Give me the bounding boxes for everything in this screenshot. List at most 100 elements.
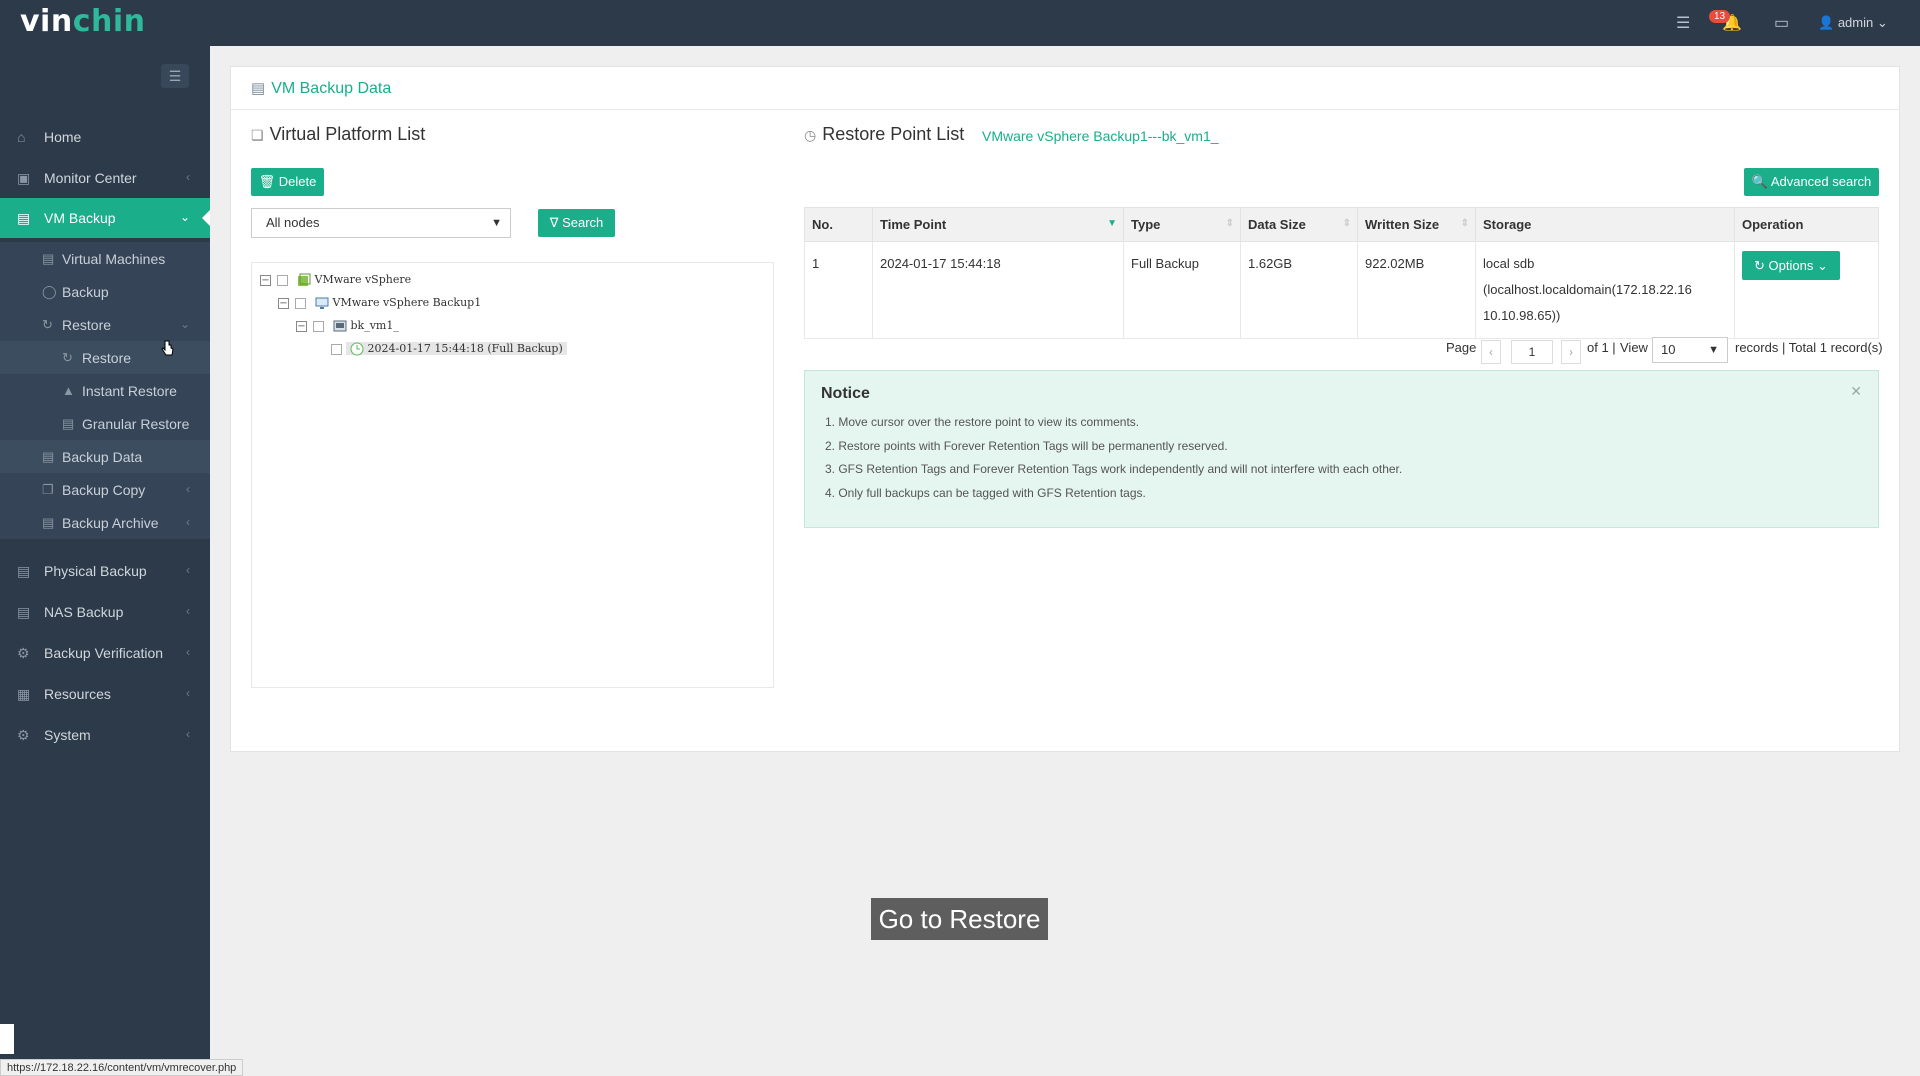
clock-icon: ◷ (804, 127, 817, 143)
search-icon: 🔍 (1751, 174, 1768, 189)
pager-view-label: View (1620, 340, 1648, 355)
cell-storage: local sdb (localhost.localdomain(172.18.… (1475, 241, 1735, 339)
vsphere-icon (297, 273, 310, 286)
tree-checkbox[interactable] (295, 297, 306, 309)
sidebar-sub-backup-archive[interactable]: ▤ Backup Archive ‹ (0, 506, 210, 539)
cell-data-size: 1.62GB (1240, 241, 1358, 339)
pager-page-label: Page (1446, 340, 1477, 355)
cell-type: Full Backup (1123, 241, 1241, 339)
sidebar-item-home[interactable]: ⌂ Home (0, 117, 210, 157)
node-select[interactable]: All nodes ▼ (251, 208, 511, 238)
gear-icon: ⚙ (17, 727, 30, 743)
trash-icon: 🗑 (258, 174, 276, 189)
delete-button[interactable]: 🗑 Delete (251, 168, 324, 196)
col-written-size[interactable]: Written Size ⇕ (1357, 207, 1476, 242)
sort-desc-icon[interactable]: ▼ (1107, 218, 1117, 229)
sidebar-item-vm-backup[interactable]: ▤ VM Backup ⌄ (0, 198, 210, 238)
restore-point-subtitle[interactable]: VMware vSphere Backup1---bk_vm1_ (982, 128, 1219, 144)
advanced-search-button[interactable]: 🔍 Advanced search (1744, 168, 1879, 196)
tree-node-root[interactable]: − VMware vSphere (260, 270, 411, 290)
sidebar-sub-backup-data[interactable]: ▤ Backup Data (0, 440, 210, 473)
vm-icon: ▤ (17, 210, 31, 226)
collapse-icon[interactable]: − (296, 320, 307, 332)
list-icon[interactable]: ☰ (1676, 13, 1690, 33)
pager-next-button[interactable]: › (1561, 340, 1581, 364)
sidebar-toggle-button[interactable]: ☰ (161, 64, 189, 88)
table-row[interactable]: 1 2024-01-17 15:44:18 Full Backup 1.62GB… (804, 241, 1879, 339)
sidebar-item-monitor-center[interactable]: ▣ Monitor Center ‹ (0, 158, 210, 198)
sort-icon[interactable]: ⇕ (1343, 218, 1351, 229)
sidebar-item-physical-backup[interactable]: ▤ Physical Backup ‹ (0, 551, 210, 591)
top-bar: vinchin ☰ 🔔 13 ▭ 👤 admin ⌄ (0, 0, 1920, 46)
cell-no: 1 (804, 241, 873, 339)
mouse-cursor-icon (161, 340, 174, 356)
sidebar-sub-restore-child[interactable]: ↻ Restore (0, 341, 210, 374)
host-icon (315, 297, 328, 309)
pager-prev-button[interactable]: ‹ (1481, 340, 1501, 364)
platform-tree: − VMware vSphere − VMware vSphere Backup… (251, 262, 774, 688)
notice-line: 4. Only full backups can be tagged with … (825, 486, 1146, 500)
database-icon: ▤ (42, 449, 55, 464)
notice-box: Notice ✕ 1. Move cursor over the restore… (804, 370, 1879, 528)
close-icon[interactable]: ✕ (1850, 383, 1862, 400)
tree-node-vm[interactable]: − bk_vm1_ (296, 316, 399, 336)
search-button[interactable]: ∇ Search (538, 209, 615, 237)
collapse-icon[interactable]: − (260, 274, 271, 286)
cube-icon: ❏ (251, 127, 264, 143)
col-time-point[interactable]: Time Point ▼ (872, 207, 1124, 242)
chevron-down-icon: ⌄ (179, 317, 190, 331)
tree-checkbox[interactable] (331, 343, 342, 355)
corner-widget[interactable] (0, 1024, 14, 1054)
virtual-platform-title: ❏ Virtual Platform List (251, 124, 426, 144)
sidebar-item-backup-verification[interactable]: ⚙ Backup Verification ‹ (0, 633, 210, 673)
resources-icon: ▦ (17, 686, 31, 702)
refresh-icon: ↻ (1754, 258, 1765, 273)
nas-icon: ▤ (17, 604, 31, 620)
sidebar-item-nas-backup[interactable]: ▤ NAS Backup ‹ (0, 592, 210, 632)
tree-checkbox[interactable] (313, 320, 324, 332)
chevron-left-icon: ‹ (186, 727, 190, 741)
sidebar-sub-instant-restore[interactable]: ▲ Instant Restore (0, 374, 210, 407)
instant-restore-icon: ▲ (62, 383, 75, 398)
go-to-restore-caption: Go to Restore (871, 898, 1048, 940)
sidebar-sub-backup[interactable]: ◯ Backup (0, 275, 210, 308)
collapse-icon[interactable]: − (278, 297, 289, 309)
pager-view-select[interactable]: 10 ▼ (1652, 337, 1728, 363)
status-bar-url: https://172.18.22.16/content/vm/vmrecove… (0, 1059, 244, 1076)
vm-list-icon: ▤ (42, 251, 55, 266)
page-title: ▤ VM Backup Data (251, 80, 392, 97)
notice-title: Notice (821, 385, 870, 402)
options-button[interactable]: ↻ Options ⌄ (1742, 251, 1840, 280)
sidebar-item-resources[interactable]: ▦ Resources ‹ (0, 674, 210, 714)
user-menu[interactable]: 👤 admin ⌄ (1818, 15, 1888, 31)
col-type[interactable]: Type ⇕ (1123, 207, 1241, 242)
sidebar-sub-backup-copy[interactable]: ❐ Backup Copy ‹ (0, 473, 210, 506)
restore-point-table: No. Time Point ▼ Type ⇕ Data Size ⇕ Written… (804, 207, 1879, 339)
sidebar-sub-granular-restore[interactable]: ▤ Granular Restore (0, 407, 210, 440)
sort-icon[interactable]: ⇕ (1226, 218, 1234, 229)
sidebar-sub-restore[interactable]: ↻ Restore ⌄ (0, 308, 210, 341)
filter-icon: ∇ (549, 215, 559, 230)
tree-node-host[interactable]: − VMware vSphere Backup1 (278, 293, 481, 313)
chevron-left-icon: ‹ (186, 645, 190, 659)
app-logo[interactable]: vinchin (20, 4, 145, 39)
selected-restore-point[interactable]: 2024-01-17 15:44:18 (Full Backup) (345, 342, 567, 356)
notice-line: 3. GFS Retention Tags and Forever Retent… (825, 462, 1403, 476)
col-data-size[interactable]: Data Size ⇕ (1240, 207, 1358, 242)
tree-node-restore-point[interactable]: 2024-01-17 15:44:18 (Full Backup) (314, 339, 567, 359)
chevron-left-icon: ‹ (186, 515, 190, 529)
granular-restore-icon: ▤ (62, 416, 75, 431)
database-icon: ▤ (251, 80, 266, 97)
verification-icon: ⚙ (17, 645, 30, 661)
sidebar-sub-virtual-machines[interactable]: ▤ Virtual Machines (0, 242, 210, 275)
monitor-icon[interactable]: ▭ (1774, 13, 1789, 33)
cell-written-size: 922.02MB (1357, 241, 1476, 339)
restore-icon: ↻ (42, 317, 53, 332)
sort-icon[interactable]: ⇕ (1461, 218, 1469, 229)
tree-checkbox[interactable] (277, 274, 288, 286)
notice-line: 1. Move cursor over the restore point to… (825, 415, 1140, 429)
pager-records-label: records | Total 1 record(s) (1735, 340, 1883, 355)
pager-page-input[interactable]: 1 (1511, 340, 1553, 364)
sidebar-item-system[interactable]: ⚙ System ‹ (0, 715, 210, 755)
sidebar: ☰ ⌂ Home ▣ Monitor Center ‹ ▤ VM Backup … (0, 46, 210, 1076)
